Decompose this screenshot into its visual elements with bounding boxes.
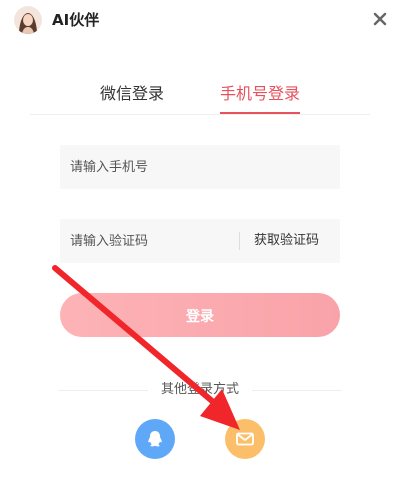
avatar-image (14, 6, 42, 34)
mail-icon (236, 432, 254, 446)
login-tabs: 微信登录 手机号登录 (30, 78, 370, 115)
tab-wechat-login[interactable]: 微信登录 (100, 78, 164, 114)
divider-left (58, 390, 148, 391)
login-button[interactable]: 登录 (60, 293, 340, 337)
app-title: AI伙伴 (52, 11, 100, 29)
active-tab-indicator (220, 112, 300, 114)
qq-icon (148, 431, 162, 447)
phone-input[interactable] (70, 145, 330, 189)
divider-right (252, 390, 342, 391)
other-login-label: 其他登录方式 (160, 382, 239, 397)
login-dialog: AI伙伴 微信登录 手机号登录 获取验证码 登录 其他登录方式 (0, 0, 400, 480)
close-icon (373, 12, 387, 26)
phone-field (60, 145, 340, 189)
qq-login-button[interactable] (135, 419, 175, 459)
close-button[interactable] (372, 11, 388, 27)
get-code-button[interactable]: 获取验证码 (254, 219, 319, 263)
code-field: 获取验证码 (60, 219, 340, 263)
avatar-icon (14, 6, 42, 34)
tab-phone-login[interactable]: 手机号登录 (220, 78, 300, 114)
code-input[interactable] (70, 219, 235, 263)
code-divider (239, 232, 240, 250)
email-login-button[interactable] (225, 419, 265, 459)
